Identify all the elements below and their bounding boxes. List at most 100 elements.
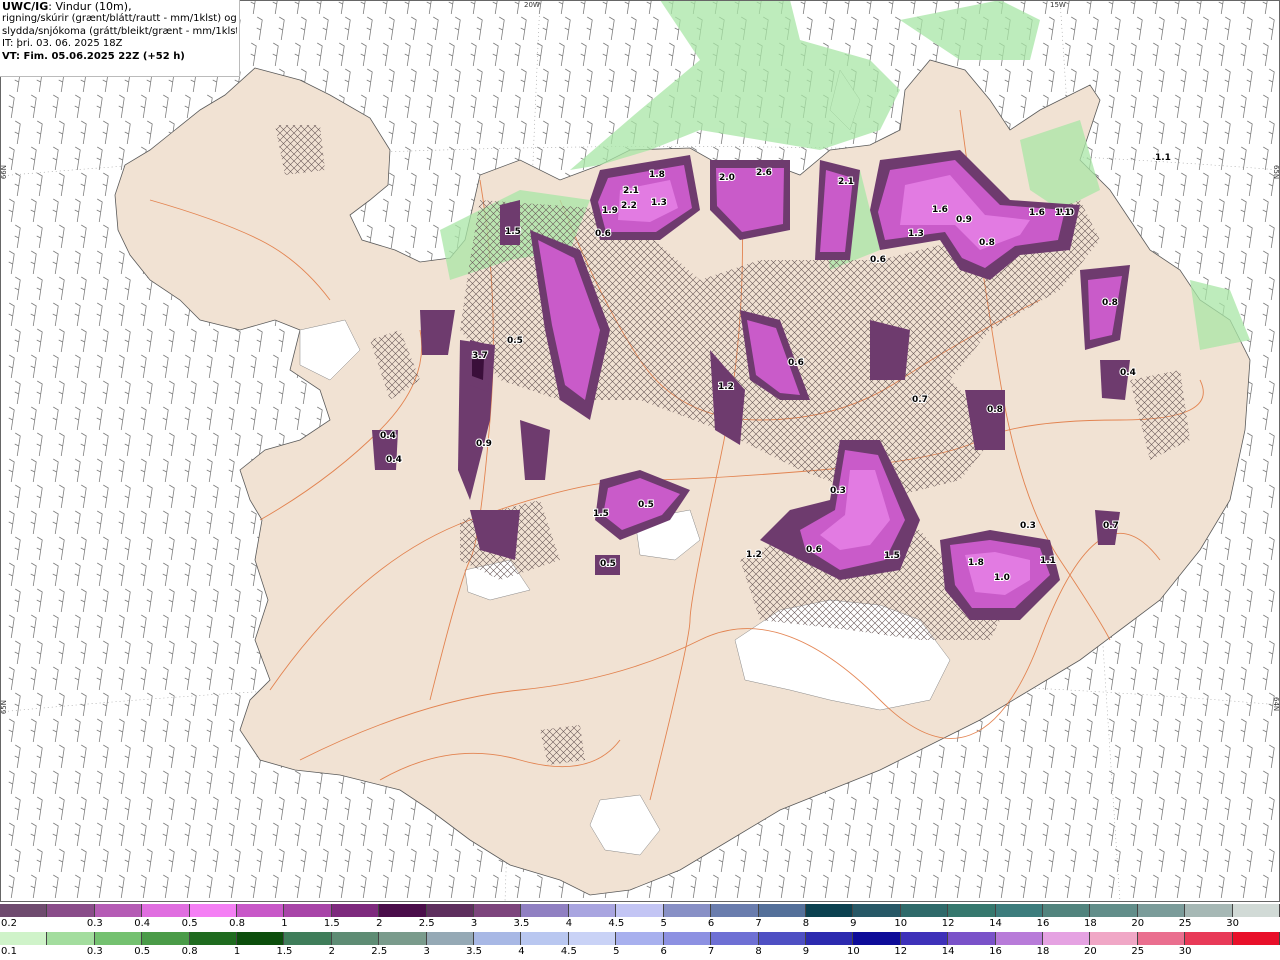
legend-snow-label: 10 xyxy=(894,918,908,929)
legend-rain-swatch xyxy=(331,932,380,945)
legend-snow-label: 25 xyxy=(1178,918,1192,929)
legend-snow-swatch xyxy=(474,904,522,917)
legend-snow-swatch xyxy=(94,904,143,917)
precip-value-label: 0.7 xyxy=(912,395,928,405)
precip-value-label: 1.5 xyxy=(505,227,521,237)
legend-snow-label: 14 xyxy=(989,918,1002,929)
legend-rain-label: 3.5 xyxy=(466,946,483,957)
graticule-label-20w: 20W xyxy=(524,1,540,9)
precip-value-label: 1.5 xyxy=(884,551,900,561)
legend-snow-label: 8 xyxy=(802,918,810,929)
legend-snow-swatch xyxy=(900,904,949,917)
precip-value-label: 0.8 xyxy=(1102,298,1118,308)
legend-rain-swatch xyxy=(805,932,854,945)
precip-value-label: 2.0 xyxy=(719,173,735,183)
graticule-label-64n-right: 64N xyxy=(1272,697,1280,712)
graticule-label-65n-left: 65N xyxy=(0,700,8,715)
legend-snow-label: 5 xyxy=(660,918,667,929)
legend-rain-label: 12 xyxy=(894,946,908,957)
precip-value-label: 0.3 xyxy=(1020,521,1036,531)
legend-rain-swatch xyxy=(284,932,332,945)
legend-rain-swatch xyxy=(426,932,475,945)
legend-snow-swatch xyxy=(142,904,190,917)
legend-rain-swatch xyxy=(758,932,806,945)
legend-snow-swatch xyxy=(1185,904,1233,917)
legend-rain-label: 16 xyxy=(989,946,1002,957)
legend-rain-swatch xyxy=(521,932,569,945)
legend-rain-label: 8 xyxy=(755,946,762,957)
precip-value-label: 0.8 xyxy=(987,405,1003,415)
precip-value-label: 0.8 xyxy=(979,238,995,248)
legend-snow-swatch xyxy=(284,904,332,917)
legend-snow-swatch xyxy=(758,904,806,917)
legend-rain-label: 20 xyxy=(1083,946,1097,957)
weather-map: 2.1 1.8 1.9 2.0 2.6 2.1 1.6 1.0 0.6 0.8 1.1 1.5 2.2 1… xyxy=(0,0,1280,902)
header-valid-time: VT: Fim. 05.06.2025 22Z (+52 h) xyxy=(2,50,185,62)
legend-rain-swatch xyxy=(237,932,285,945)
precip-value-label: 3.7 xyxy=(472,351,488,361)
legend-snow-label: 3.5 xyxy=(513,918,530,929)
legend-snow-label: 12 xyxy=(941,918,955,929)
header-line2: rigning/skúrir (grænt/blátt/rautt - mm/1… xyxy=(2,13,237,25)
legend-rain-label: 18 xyxy=(1036,946,1050,957)
precip-value-label: 1.6 xyxy=(1029,208,1045,218)
precip-value-label: 2.2 xyxy=(621,201,637,211)
legend-snow-label: 18 xyxy=(1083,918,1097,929)
precip-value-label: 0.6 xyxy=(595,229,611,239)
legend-rain-labels: 0.1 0.3 0.5 0.8 1 1.5 2 2.5 3 3.5 4 4.5 5 6 7 8 9 10 12 14 1… xyxy=(0,945,1280,959)
legend-rain-label: 5 xyxy=(613,946,620,957)
legend-rain-label: 0.1 xyxy=(1,946,17,957)
legend-rain-label: 3 xyxy=(423,946,430,957)
legend-rain-swatch xyxy=(948,932,996,945)
legend-rain-swatch xyxy=(142,932,190,945)
legend-rain-swatch xyxy=(94,932,143,945)
legend-snow-label: 0.2 xyxy=(1,918,17,929)
precip-value-label: 0.7 xyxy=(1103,521,1119,531)
legend-snow-label: 4.5 xyxy=(608,918,625,929)
precip-value-label: 1.1 xyxy=(1040,556,1056,566)
precip-value-label: 1.2 xyxy=(718,382,734,392)
product-name: UWC/IG xyxy=(2,1,49,13)
precip-value-label: 1.1 xyxy=(1055,208,1071,218)
precip-value-label: 1.8 xyxy=(968,558,984,568)
legend-rain-label: 2 xyxy=(328,946,336,957)
legend-snow-swatch xyxy=(948,904,996,917)
legend-rain-label: 1.5 xyxy=(276,946,293,957)
legend-snow-swatch xyxy=(663,904,712,917)
legend-snow-swatch xyxy=(1232,904,1280,917)
legend-snow-label: 3 xyxy=(470,918,478,929)
legend-snow-swatch xyxy=(995,904,1043,917)
legend-rain-label: 25 xyxy=(1131,946,1145,957)
precip-value-label: 0.4 xyxy=(380,431,396,441)
legend-snow-swatch xyxy=(568,904,617,917)
graticule-label-66n-left: 66N xyxy=(0,165,8,180)
legend-rain-swatch xyxy=(853,932,901,945)
legend-snow-swatch xyxy=(521,904,569,917)
legend-snow-label: 1 xyxy=(281,918,288,929)
legend-snow-swatch xyxy=(331,904,380,917)
legend-snow-label: 4 xyxy=(565,918,573,929)
legend-rain-label: 14 xyxy=(941,946,955,957)
legend-snow-swatch xyxy=(1137,904,1186,917)
legend-rain-swatch xyxy=(900,932,949,945)
graticule-label-65n-right: 65N xyxy=(1272,165,1280,180)
legend-rain-swatch xyxy=(1137,932,1186,945)
legend-snow-swatch xyxy=(616,904,664,917)
legend-rain-swatch xyxy=(711,932,759,945)
legend-rain-label: 6 xyxy=(660,946,667,957)
legend-rain-label: 2.5 xyxy=(371,946,388,957)
legend-snow-swatch xyxy=(805,904,854,917)
legend-rain-swatch xyxy=(568,932,617,945)
legend-snow-swatch xyxy=(853,904,901,917)
header-line3: slydda/snjókoma (grátt/bleikt/grænt - mm… xyxy=(2,25,237,37)
precip-value-label: 0.6 xyxy=(788,358,804,368)
legend-rain-label: 0.5 xyxy=(134,946,151,957)
precip-value-label: 1.1 xyxy=(1155,153,1171,163)
legend-snow-label: 0.5 xyxy=(181,918,198,929)
legend-snow-label: 0.4 xyxy=(134,918,151,929)
legend-rain-label: 0.3 xyxy=(86,946,103,957)
legend-rain-colorbar xyxy=(0,932,1280,945)
legend-rain-swatch xyxy=(995,932,1043,945)
legend-snow-swatch xyxy=(711,904,759,917)
legend-snow-swatch xyxy=(379,904,427,917)
